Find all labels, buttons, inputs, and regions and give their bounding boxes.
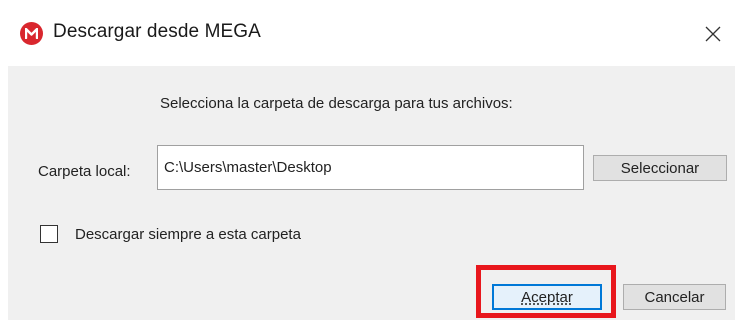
always-download-label[interactable]: Descargar siempre a esta carpeta	[75, 226, 301, 243]
local-folder-label: Carpeta local:	[38, 163, 131, 180]
close-icon	[705, 26, 721, 42]
window-title: Descargar desde MEGA	[53, 21, 261, 42]
select-folder-button-label: Seleccionar	[620, 159, 700, 177]
mega-logo-icon	[20, 22, 43, 45]
close-button[interactable]	[697, 18, 729, 50]
always-download-checkbox[interactable]	[40, 225, 58, 243]
dialog-body: Selecciona la carpeta de descarga para t…	[8, 66, 735, 320]
accept-button-label: Aceptar	[521, 288, 573, 306]
always-download-option[interactable]: Descargar siempre a esta carpeta	[40, 225, 301, 243]
mega-download-dialog: Descargar desde MEGA Selecciona la carpe…	[0, 0, 735, 320]
prompt-text: Selecciona la carpeta de descarga para t…	[160, 95, 513, 112]
cancel-button[interactable]: Cancelar	[623, 284, 726, 310]
accept-button[interactable]: Aceptar	[492, 284, 602, 310]
select-folder-button[interactable]: Seleccionar	[593, 155, 727, 181]
cancel-button-label: Cancelar	[644, 288, 705, 306]
title-bar: Descargar desde MEGA	[0, 0, 735, 66]
local-folder-input[interactable]	[157, 145, 584, 190]
